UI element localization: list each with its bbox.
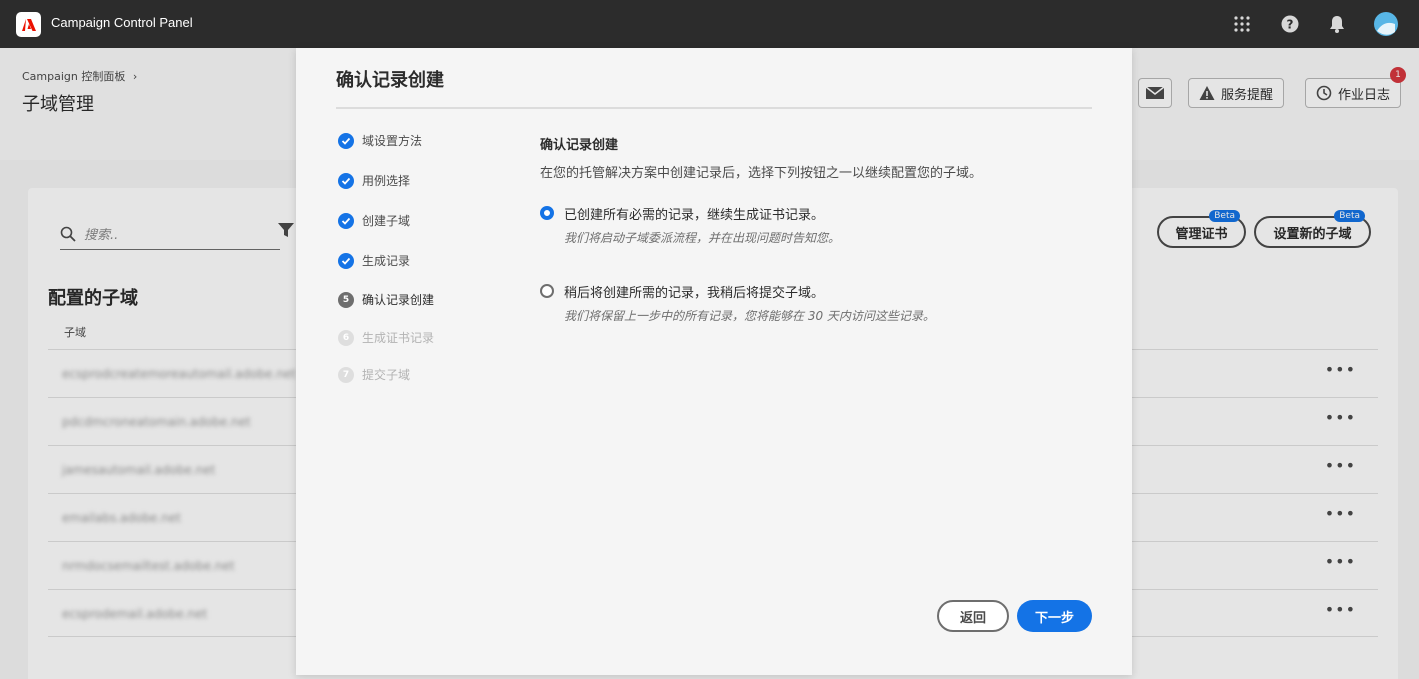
checkmark-icon <box>338 212 354 229</box>
step-generate-records[interactable]: 生成记录 <box>338 252 410 269</box>
radio-button-checked[interactable] <box>540 206 554 220</box>
top-bar: Campaign Control Panel ? <box>0 0 1419 48</box>
option-help-text: 我们将启动子域委派流程，并在出现问题时告知您。 <box>564 231 841 245</box>
back-button[interactable]: 返回 <box>937 600 1009 632</box>
step-label: 用例选择 <box>362 174 411 188</box>
step-submit-subdomain: 7 提交子域 <box>338 366 410 383</box>
svg-text:?: ? <box>1287 18 1294 32</box>
step-use-case-selection[interactable]: 用例选择 <box>338 172 410 189</box>
option-create-later[interactable]: 稍后将创建所需的记录，我稍后将提交子域。 我们将保留上一步中的所有记录，您将能够… <box>540 282 935 324</box>
step-number: 5 <box>338 291 354 308</box>
step-label: 生成记录 <box>362 254 411 268</box>
option-label: 已创建所有必需的记录，继续生成证书记录。 <box>564 208 825 223</box>
step-label: 生成证书记录 <box>362 331 435 345</box>
step-number: 6 <box>338 329 354 346</box>
checkmark-icon <box>338 252 354 269</box>
divider <box>336 107 1092 109</box>
confirm-records-dialog: 确认记录创建 域设置方法 用例选择 创建子域 生成记录 5 确认记录创建 6 生… <box>296 48 1132 675</box>
content-description: 在您的托管解决方案中创建记录后，选择下列按钮之一以继续配置您的子域。 <box>540 166 983 181</box>
step-create-subdomain[interactable]: 创建子域 <box>338 212 410 229</box>
app-title[interactable]: Campaign Control Panel <box>51 15 193 30</box>
checkmark-icon <box>338 172 354 189</box>
apps-grid-icon[interactable] <box>1230 12 1254 36</box>
step-label: 创建子域 <box>362 214 411 228</box>
option-help-text: 我们将保留上一步中的所有记录，您将能够在 30 天内访问这些记录。 <box>564 309 935 323</box>
avatar[interactable] <box>1374 12 1398 36</box>
help-icon[interactable]: ? <box>1278 12 1302 36</box>
step-number: 7 <box>338 366 354 383</box>
option-records-created[interactable]: 已创建所有必需的记录，继续生成证书记录。 我们将启动子域委派流程，并在出现问题时… <box>540 204 840 246</box>
checkmark-icon <box>338 132 354 149</box>
bell-icon[interactable] <box>1325 12 1349 36</box>
dialog-title: 确认记录创建 <box>336 70 444 91</box>
step-label: 提交子域 <box>362 368 411 382</box>
step-generate-certificate-records: 6 生成证书记录 <box>338 329 434 346</box>
step-domain-setup-method[interactable]: 域设置方法 <box>338 132 422 149</box>
content-heading: 确认记录创建 <box>540 138 619 153</box>
adobe-logo[interactable] <box>16 12 41 37</box>
step-confirm-record-creation: 5 确认记录创建 <box>338 291 434 308</box>
radio-button-unchecked[interactable] <box>540 284 554 298</box>
next-button[interactable]: 下一步 <box>1017 600 1092 632</box>
step-label: 域设置方法 <box>362 134 423 148</box>
step-label: 确认记录创建 <box>362 293 435 307</box>
option-label: 稍后将创建所需的记录，我稍后将提交子域。 <box>564 286 825 301</box>
